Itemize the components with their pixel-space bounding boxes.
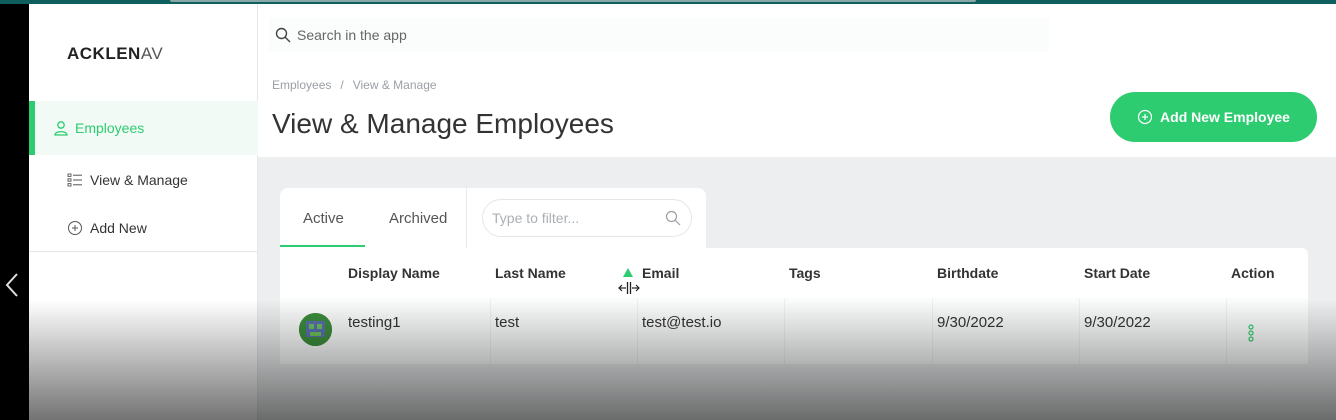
search-icon	[665, 210, 681, 226]
page-title: View & Manage Employees	[272, 108, 614, 139]
avatar	[299, 313, 332, 346]
column-divider	[784, 298, 785, 364]
cell-email: test@test.io	[642, 314, 722, 331]
top-bar-indicator	[170, 0, 976, 2]
sidebar-item-employees[interactable]: Employees	[29, 101, 258, 155]
search-input[interactable]: Search in the app	[269, 18, 1049, 52]
plus-circle-icon	[1137, 109, 1153, 125]
column-header-email[interactable]: Email	[642, 265, 679, 281]
filter-input[interactable]: Type to filter...	[482, 199, 692, 237]
column-header-display-name[interactable]: Display Name	[348, 265, 440, 281]
tab-divider	[466, 188, 467, 248]
breadcrumb-view-manage[interactable]: View & Manage	[353, 78, 437, 92]
app-window: ACKLENAV Employees View & Manage Add New…	[29, 4, 1336, 420]
breadcrumb: Employees / View & Manage	[272, 78, 437, 92]
more-actions-icon[interactable]	[1248, 324, 1254, 342]
column-divider	[1226, 298, 1227, 364]
column-resize-cursor-icon	[618, 282, 640, 294]
filter-placeholder: Type to filter...	[492, 210, 580, 226]
breadcrumb-employees[interactable]: Employees	[272, 78, 331, 92]
content-area: Active Archived Type to filter... Displa…	[258, 157, 1336, 420]
search-placeholder: Search in the app	[297, 27, 407, 43]
cell-start-date: 9/30/2022	[1084, 314, 1151, 331]
sort-ascending-icon[interactable]	[623, 268, 633, 277]
column-header-last-name[interactable]: Last Name	[495, 265, 566, 281]
column-divider	[490, 298, 491, 364]
column-header-birthdate[interactable]: Birthdate	[937, 265, 998, 281]
column-header-action: Action	[1231, 265, 1275, 281]
breadcrumb-separator: /	[340, 78, 344, 92]
sidebar: ACKLENAV Employees View & Manage Add New	[29, 4, 258, 420]
cell-last-name: test	[495, 314, 520, 331]
add-button-label: Add New Employee	[1160, 109, 1290, 125]
tabs-bar: Active Archived Type to filter...	[280, 188, 706, 248]
column-divider	[932, 298, 933, 364]
plus-circle-icon	[68, 221, 82, 235]
employees-table: Display Name Last Name Email Tags Birthd…	[280, 248, 1308, 364]
cell-display-name: testing1	[348, 314, 401, 331]
cell-birthdate: 9/30/2022	[937, 314, 1004, 331]
search-icon	[275, 27, 291, 43]
sidebar-item-view-manage[interactable]: View & Manage	[67, 168, 188, 192]
column-header-start-date[interactable]: Start Date	[1084, 265, 1150, 281]
sidebar-item-label: Employees	[75, 120, 145, 136]
sidebar-item-label: Add New	[90, 220, 147, 236]
add-new-employee-button[interactable]: Add New Employee	[1110, 92, 1317, 142]
back-arrow-icon[interactable]	[2, 270, 22, 300]
table-row[interactable]: testing1 test test@test.io 9/30/2022 9/3…	[280, 298, 1308, 364]
tab-archived[interactable]: Archived	[389, 210, 447, 227]
sidebar-divider	[29, 251, 258, 252]
page-header: Employees / View & Manage View & Manage Em…	[258, 70, 1336, 157]
column-divider	[1079, 298, 1080, 364]
column-header-tags[interactable]: Tags	[789, 265, 821, 281]
sidebar-item-label: View & Manage	[90, 172, 188, 188]
sidebar-item-add-new[interactable]: Add New	[67, 216, 147, 240]
list-icon	[67, 173, 82, 187]
tab-active[interactable]: Active	[280, 210, 365, 247]
column-divider	[637, 298, 638, 364]
user-icon	[54, 121, 68, 136]
logo[interactable]: ACKLENAV	[67, 44, 163, 64]
